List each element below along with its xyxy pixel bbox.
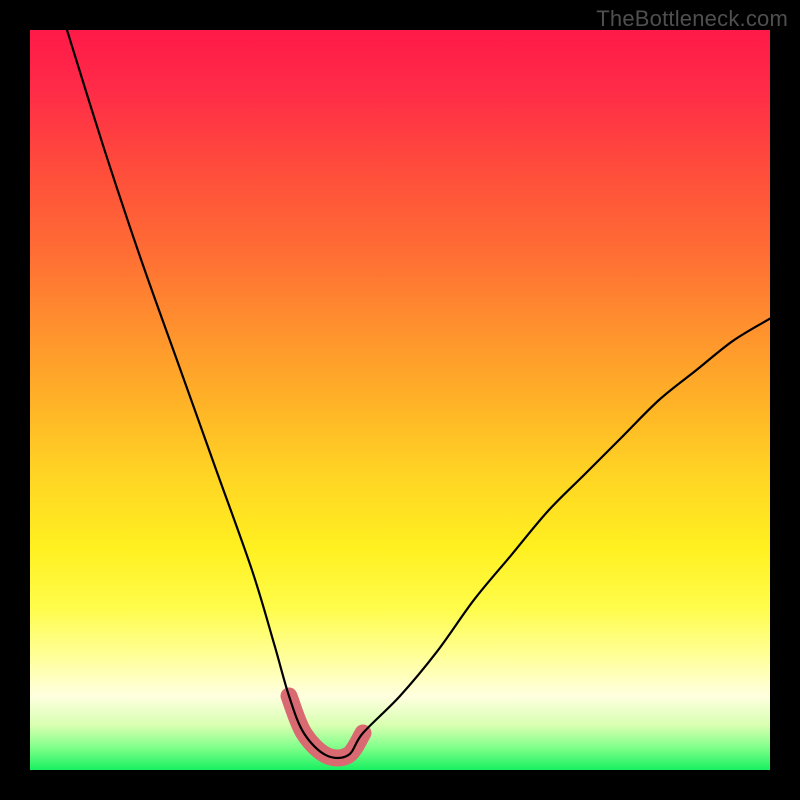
curve-layer [30, 30, 770, 770]
watermark-text: TheBottleneck.com [596, 6, 788, 32]
bottleneck-curve-path [67, 30, 770, 758]
chart-frame: TheBottleneck.com [0, 0, 800, 800]
plot-area [30, 30, 770, 770]
